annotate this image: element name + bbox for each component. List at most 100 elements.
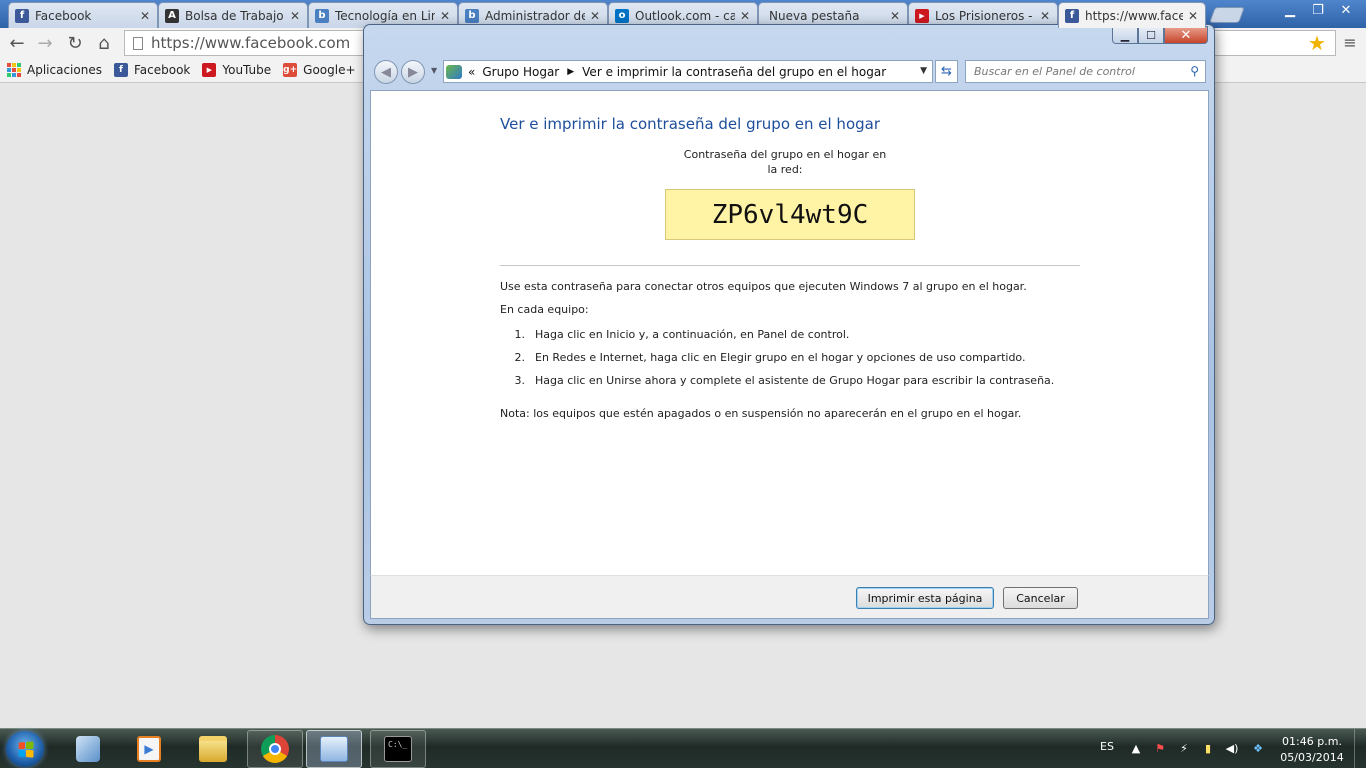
forward-arrow-icon[interactable]: → xyxy=(34,32,56,54)
command-prompt-icon: C:\_ xyxy=(384,736,412,762)
taskbar-virtualbox[interactable] xyxy=(60,730,116,768)
language-indicator[interactable]: ES xyxy=(1100,740,1114,753)
power-icon[interactable]: ⚡ xyxy=(1177,742,1191,756)
button-bar: Imprimir esta página Cancelar xyxy=(370,575,1209,619)
chevron-down-icon[interactable]: ▼ xyxy=(920,66,927,76)
dropbox-icon[interactable]: ❖ xyxy=(1251,742,1265,756)
refresh-button[interactable]: ⇆ xyxy=(935,60,958,83)
forward-button[interactable]: ▶ xyxy=(401,60,425,84)
google-plus-icon: g+ xyxy=(283,63,298,77)
bookmark-star-icon[interactable]: ★ xyxy=(1306,32,1328,54)
forward-arrow-icon: ▶ xyxy=(408,64,418,80)
step-item: 1. Haga clic en Inicio y, a continuación… xyxy=(514,328,850,341)
search-icon[interactable]: ⚲ xyxy=(1190,64,1199,78)
restore-icon[interactable]: ❐ xyxy=(1304,0,1332,20)
youtube-icon: ▶ xyxy=(915,8,929,23)
each-computer-text: En cada equipo: xyxy=(500,303,589,316)
chevron-left-icon[interactable]: « xyxy=(468,65,475,79)
taskbar-explorer[interactable] xyxy=(185,730,241,768)
minimize-icon[interactable]: ▁ xyxy=(1276,0,1304,20)
clock-time: 01:46 p.m. xyxy=(1282,735,1342,748)
print-button[interactable]: Imprimir esta página xyxy=(856,587,994,609)
close-icon[interactable]: ✕ xyxy=(139,9,151,23)
chrome-icon xyxy=(261,735,289,763)
apps-grid-icon xyxy=(7,63,21,77)
breadcrumb[interactable]: « Grupo Hogar ▶ Ver e imprimir la contra… xyxy=(443,60,933,83)
windows-logo-icon xyxy=(18,740,33,758)
intro-text: Use esta contraseña para conectar otros … xyxy=(500,280,1027,293)
close-icon[interactable]: ✕ xyxy=(439,9,451,23)
note-text: Nota: los equipos que estén apagados o e… xyxy=(500,407,1022,420)
clock[interactable]: 01:46 p.m. 05/03/2014 xyxy=(1276,734,1348,766)
bookmark-facebook[interactable]: f Facebook xyxy=(113,63,190,77)
close-icon[interactable]: ✕ xyxy=(1039,9,1051,23)
facebook-icon: f xyxy=(1065,8,1079,23)
tab-facebook-active[interactable]: f https://www.facel ✕ xyxy=(1058,2,1206,28)
virtualbox-icon xyxy=(76,736,100,762)
bookmark-google-plus[interactable]: g+ Google+ xyxy=(283,63,356,77)
media-player-icon: ▶ xyxy=(137,736,161,762)
breadcrumb-current[interactable]: Ver e imprimir la contraseña del grupo e… xyxy=(582,65,886,79)
url-text: https://www.facebook.com xyxy=(151,34,351,52)
minimize-icon[interactable]: ▁ xyxy=(1112,26,1138,44)
homegroup-password-window: ▁ ☐ ✕ ◀ ▶ ▼ « Grupo Hogar ▶ Ver e imprim… xyxy=(363,24,1215,625)
facebook-icon: f xyxy=(113,63,128,77)
browser-window-controls: ▁ ❐ ✕ xyxy=(1276,0,1360,20)
back-arrow-icon: ◀ xyxy=(381,64,391,80)
refresh-icon: ⇆ xyxy=(941,64,952,79)
history-dropdown-icon[interactable]: ▼ xyxy=(431,66,437,75)
bookmark-youtube[interactable]: ▶ YouTube xyxy=(202,63,271,77)
maximize-icon[interactable]: ☐ xyxy=(1138,26,1164,44)
control-panel-icon xyxy=(320,736,348,762)
chevron-right-icon[interactable]: ▶ xyxy=(567,67,574,77)
facebook-icon: f xyxy=(15,8,29,23)
start-button[interactable] xyxy=(6,731,44,767)
menu-icon[interactable]: ≡ xyxy=(1340,33,1360,53)
close-window-icon[interactable]: ✕ xyxy=(1164,26,1208,44)
search-input[interactable]: Buscar en el Panel de control ⚲ xyxy=(965,60,1206,83)
password-label: Contraseña del grupo en el hogar en la r… xyxy=(683,148,887,176)
content-pane: Ver e imprimir la contraseña del grupo e… xyxy=(370,90,1209,576)
close-icon[interactable]: ✕ xyxy=(289,9,301,23)
youtube-icon: ▶ xyxy=(202,63,217,77)
close-icon[interactable]: ✕ xyxy=(1187,9,1199,23)
tab-bolsa-de-trabajo[interactable]: A Bolsa de Trabajo | ✕ xyxy=(158,2,308,28)
close-icon[interactable]: ✕ xyxy=(739,9,751,23)
control-panel-icon xyxy=(446,64,462,79)
cancel-button[interactable]: Cancelar xyxy=(1003,587,1078,609)
blog-b-icon: b xyxy=(465,8,479,23)
action-center-icon[interactable]: ⚑ xyxy=(1153,742,1167,756)
password-display: ZP6vl4wt9C xyxy=(665,189,915,240)
search-placeholder: Buscar en el Panel de control xyxy=(974,65,1135,78)
outlook-icon: o xyxy=(615,8,629,23)
volume-icon[interactable]: ◀) xyxy=(1225,742,1239,756)
reload-icon[interactable]: ↻ xyxy=(64,32,86,54)
bookmark-apps[interactable]: Aplicaciones xyxy=(7,63,102,77)
taskbar-control-panel[interactable] xyxy=(306,730,362,768)
file-explorer-icon xyxy=(199,736,227,762)
taskbar-media-player[interactable]: ▶ xyxy=(121,730,177,768)
step-item: 3. Haga clic en Unirse ahora y complete … xyxy=(514,374,1055,387)
blog-b-icon: b xyxy=(315,8,329,23)
breadcrumb-grupo-hogar[interactable]: Grupo Hogar xyxy=(482,65,559,79)
page-icon xyxy=(133,36,143,50)
page-title: Ver e imprimir la contraseña del grupo e… xyxy=(500,115,880,133)
close-icon[interactable]: ✕ xyxy=(589,9,601,23)
close-window-icon[interactable]: ✕ xyxy=(1332,0,1360,20)
clock-date: 05/03/2014 xyxy=(1280,751,1344,764)
step-item: 2. En Redes e Internet, haga clic en Ele… xyxy=(514,351,1026,364)
taskbar-command-prompt[interactable]: C:\_ xyxy=(370,730,426,768)
home-icon[interactable]: ⌂ xyxy=(93,32,115,54)
window-controls: ▁ ☐ ✕ xyxy=(1112,26,1208,44)
bolsa-trabajo-icon: A xyxy=(165,8,179,23)
close-icon[interactable]: ✕ xyxy=(889,9,901,23)
back-arrow-icon[interactable]: ← xyxy=(6,32,28,54)
show-desktop-button[interactable] xyxy=(1354,729,1366,768)
show-hidden-icons-icon[interactable]: ▲ xyxy=(1129,742,1143,756)
new-tab-button[interactable] xyxy=(1209,7,1245,23)
divider xyxy=(500,265,1080,266)
network-signal-icon[interactable]: ▮ xyxy=(1201,742,1215,756)
back-button[interactable]: ◀ xyxy=(374,60,398,84)
taskbar-chrome[interactable] xyxy=(247,730,303,768)
tab-facebook[interactable]: f Facebook ✕ xyxy=(8,2,158,28)
